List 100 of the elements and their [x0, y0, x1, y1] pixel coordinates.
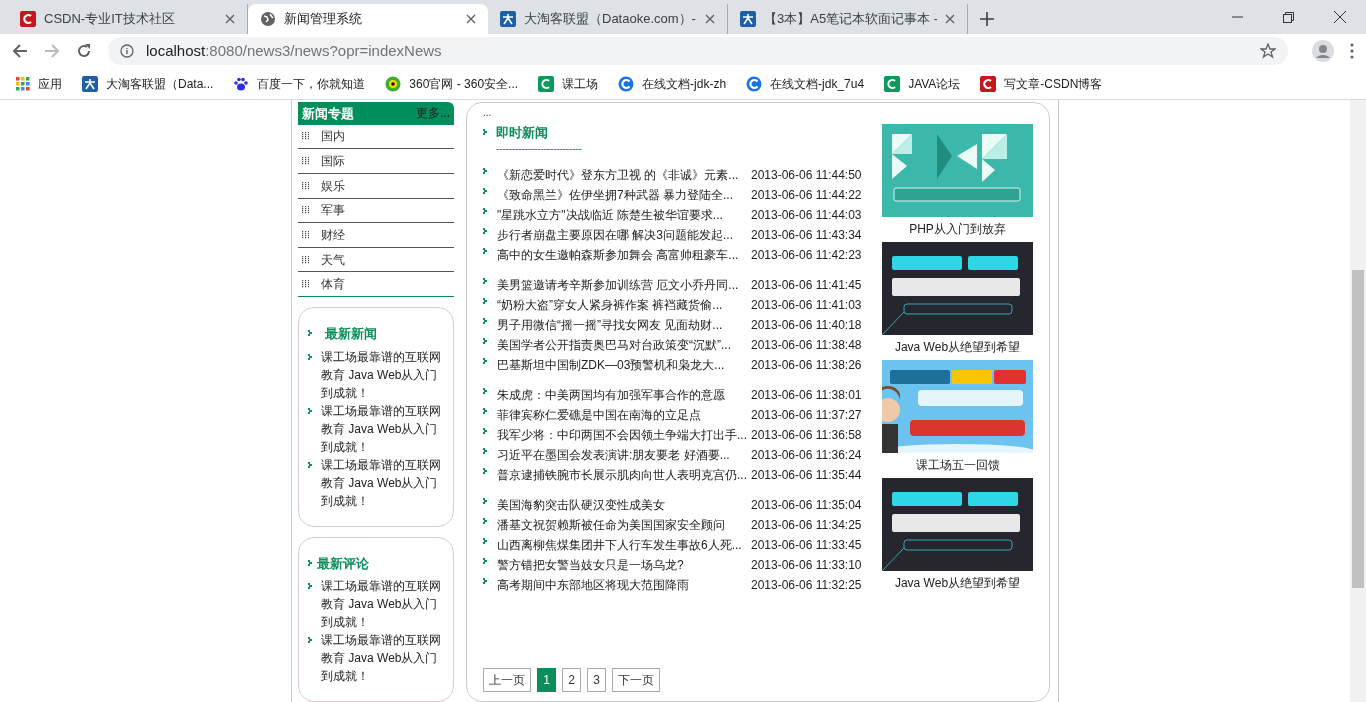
news-title[interactable]: 朱成虎：中美两国均有加强军事合作的意愿: [497, 385, 751, 404]
bookmark-link[interactable]: 百度一下，你就知道: [233, 74, 366, 93]
close-icon[interactable]: [705, 14, 715, 24]
next-page-button[interactable]: 下一页: [612, 668, 660, 692]
star-icon[interactable]: [1260, 43, 1276, 59]
browser-tab[interactable]: 大淘客联盟（Dataoke.com）-: [488, 4, 728, 34]
news-date: 2013-06-06 11:41:03: [751, 296, 862, 314]
close-icon[interactable]: [225, 14, 235, 24]
dashed-rule: ---------------------------: [496, 142, 583, 153]
news-title[interactable]: 普京逮捕铁腕市长展示肌肉向世人表明克宫仍...: [497, 465, 751, 484]
scrollbar[interactable]: [1350, 100, 1366, 702]
news-date: 2013-06-06 11:44:03: [751, 206, 862, 224]
topic-item[interactable]: 国际: [298, 149, 454, 174]
news-date: 2013-06-06 11:38:01: [751, 386, 862, 404]
bullet-icon: [483, 447, 488, 455]
bookmark-link[interactable]: 在线文档-jdk-zh: [618, 74, 727, 93]
news-link[interactable]: 课工场最靠谱的互联网教育 Java Web从入门到成就！: [321, 347, 443, 402]
news-date: 2013-06-06 11:36:58: [751, 426, 862, 444]
bullet-icon: [483, 317, 488, 325]
bullet-icon: [308, 583, 313, 591]
news-date: 2013-06-06 11:38:26: [751, 356, 862, 374]
bullet-icon: [483, 387, 488, 395]
profile-icon[interactable]: [1312, 40, 1334, 62]
news-link[interactable]: 课工场最靠谱的互联网教育 Java Web从入门到成就！: [321, 577, 443, 632]
bullet-icon: [483, 187, 488, 195]
bookmark-link[interactable]: 课工场: [538, 74, 599, 93]
news-date: 2013-06-06 11:44:50: [751, 166, 862, 184]
close-icon[interactable]: [945, 14, 955, 24]
topic-item[interactable]: 体育: [298, 272, 454, 298]
news-link[interactable]: 课工场最靠谱的互联网教育 Java Web从入门到成就！: [321, 455, 443, 510]
close-icon[interactable]: [1334, 11, 1346, 23]
restore-icon[interactable]: [1283, 11, 1294, 23]
news-title[interactable]: "星跳水立方"决战临近 陈楚生被华谊要求...: [497, 205, 751, 224]
ellipsis-text: ...: [483, 107, 493, 119]
reload-icon[interactable]: [76, 43, 92, 59]
news-title[interactable]: 菲律宾称仁爱礁是中国在南海的立足点: [497, 405, 751, 424]
bookmark-link[interactable]: 应用: [16, 74, 62, 93]
news-title[interactable]: 巴基斯坦中国制ZDK—03预警机和枭龙大...: [497, 355, 751, 374]
news-link[interactable]: 课工场最靠谱的互联网教育 Java Web从入门到成就！: [321, 401, 443, 456]
news-date: 2013-06-06 11:33:45: [751, 536, 862, 554]
more-link[interactable]: 更多...: [416, 104, 450, 123]
new-tab-icon[interactable]: [980, 12, 994, 26]
topic-item[interactable]: 国内: [298, 124, 454, 150]
news-title[interactable]: 美国海豹突击队硬汉变性成美女: [497, 495, 751, 514]
grip-icon: [302, 181, 309, 190]
back-icon[interactable]: [12, 43, 28, 59]
bullet-icon: [308, 330, 313, 338]
news-title[interactable]: 美国学者公开指责奥巴马对台政策变“沉默”...: [497, 335, 751, 354]
news-title[interactable]: 《致命黑兰》佐伊坐拥7种武器 暴力登陆全...: [497, 185, 751, 204]
address-field[interactable]: localhost:8080/news3/news?opr=indexNews: [108, 37, 1288, 65]
grip-icon: [302, 231, 309, 239]
news-title[interactable]: 高考期间中东部地区将现大范围降雨: [497, 575, 751, 594]
news-title[interactable]: 我军少将：中印两国不会因领土争端大打出手...: [497, 425, 751, 444]
menu-icon[interactable]: [1350, 43, 1354, 59]
bookmark-link[interactable]: JAVA论坛: [884, 74, 961, 93]
bookmark-link[interactable]: 写文章-CSDN博客: [980, 74, 1103, 93]
browser-tab[interactable]: 【3本】A5笔记本软面记事本 -: [728, 4, 968, 34]
news-title[interactable]: 习近平在墨国会发表演讲:朋友要老 好酒要...: [497, 445, 751, 464]
page-button[interactable]: 1: [537, 668, 556, 692]
bullet-icon: [308, 461, 313, 469]
browser-tab[interactable]: CSDN-专业IT技术社区: [8, 4, 248, 34]
ad-caption[interactable]: PHP从入门到放弃: [909, 217, 1006, 241]
page-button[interactable]: 2: [562, 668, 581, 692]
tab-title: 大淘客联盟（Dataoke.com）-: [524, 10, 697, 29]
news-link[interactable]: 课工场最靠谱的互联网教育 Java Web从入门到成就！: [321, 631, 443, 686]
paw-icon: [233, 75, 250, 92]
bookmark-link[interactable]: 在线文档-jdk_7u4: [746, 74, 865, 93]
news-title[interactable]: 男子用微信“摇一摇”寻找女网友 见面劫财...: [497, 315, 751, 334]
bookmark-link[interactable]: 360官网 - 360安全...: [385, 74, 519, 93]
topic-item[interactable]: 娱乐: [298, 173, 454, 199]
bullet-icon: [308, 407, 313, 415]
bullet-icon: [483, 207, 488, 215]
news-title[interactable]: 山西离柳焦煤集团井下人行车发生事故6人死...: [497, 535, 751, 554]
topic-item[interactable]: 天气: [298, 247, 454, 273]
topic-item[interactable]: 军事: [298, 198, 454, 224]
news-title[interactable]: 美男篮邀请考辛斯参加训练营 厄文小乔丹同...: [497, 275, 751, 294]
news-title[interactable]: 潘基文祝贺赖斯被任命为美国国家安全顾问: [497, 515, 751, 534]
news-date: 2013-06-06 11:44:22: [751, 186, 862, 204]
ad-caption[interactable]: 课工场五一回馈: [915, 453, 1000, 477]
tab-title: CSDN-专业IT技术社区: [44, 10, 176, 29]
news-title[interactable]: “奶粉大盗”穿女人紧身裤作案 裤裆藏货偷...: [497, 295, 751, 314]
news-title[interactable]: 高中的女生邀帕森斯参加舞会 高富帅租豪车...: [497, 245, 751, 264]
news-title[interactable]: 警方错把女警当妓女只是一场乌龙?: [497, 555, 751, 574]
news-title[interactable]: 步行者崩盘主要原因在哪 解决3问题能发起...: [497, 225, 751, 244]
grip-icon: [302, 206, 309, 215]
bullet-icon: [483, 277, 488, 285]
close-icon[interactable]: [466, 14, 476, 24]
grip-icon: [302, 132, 309, 141]
ad-caption[interactable]: Java Web从绝望到希望: [894, 335, 1021, 359]
bullet-icon: [483, 227, 488, 235]
page-button[interactable]: 3: [587, 668, 606, 692]
bullet-icon: [483, 129, 488, 137]
topic-item[interactable]: 财经: [298, 223, 454, 248]
ad-caption[interactable]: Java Web从绝望到希望: [894, 571, 1021, 595]
prev-page-button[interactable]: 上一页: [483, 668, 531, 692]
bullet-icon: [483, 297, 488, 305]
bookmark-link[interactable]: 大淘客联盟（Data...: [82, 74, 214, 93]
news-title[interactable]: 《新恋爱时代》登东方卫视 的《非诚》元素...: [497, 165, 751, 184]
favicon-icon: [884, 75, 901, 92]
browser-tab[interactable]: 新闻管理系统: [248, 4, 488, 34]
